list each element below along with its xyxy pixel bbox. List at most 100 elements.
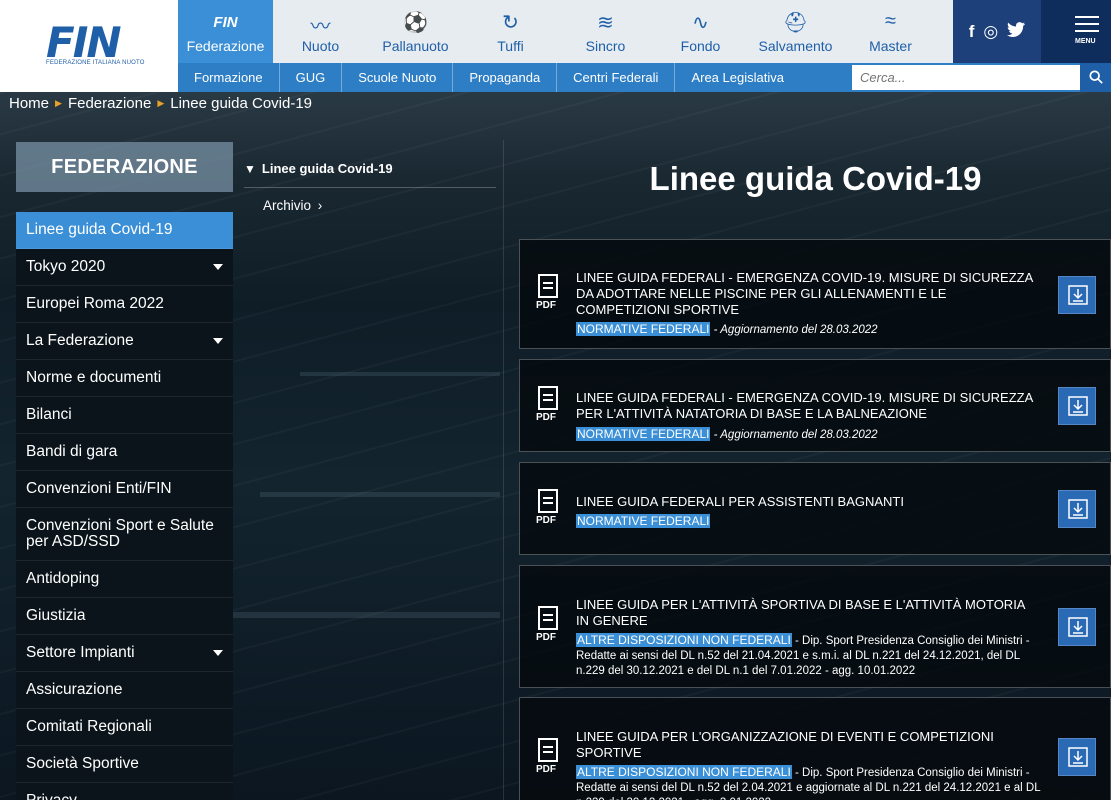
- download-button[interactable]: [1058, 738, 1096, 776]
- document-card: PDF LINEE GUIDA PER L'ATTIVITÀ SPORTIVA …: [519, 565, 1111, 688]
- archivio-label: Archivio: [263, 198, 312, 213]
- topnav-label: Salvamento: [758, 38, 833, 54]
- sidebar-item-label: Convenzioni Sport e Salute per ASD/SSD: [26, 517, 214, 550]
- document-title[interactable]: LINEE GUIDA FEDERALI PER ASSISTENTI BAGN…: [576, 494, 1036, 510]
- sidebar-item-societa[interactable]: Società Sportive: [16, 746, 233, 783]
- subnav-item[interactable]: Scuole Nuoto: [342, 63, 454, 92]
- pdf-file-icon: PDF: [536, 738, 558, 776]
- search-input[interactable]: [852, 65, 1080, 90]
- caret-down-icon[interactable]: [213, 650, 223, 656]
- pdf-label: PDF: [536, 764, 556, 775]
- sidebar-item-bandi[interactable]: Bandi di gara: [16, 434, 233, 471]
- sidebar-item-norme[interactable]: Norme e documenti: [16, 360, 233, 397]
- topnav-federazione[interactable]: FIN Federazione: [178, 0, 273, 63]
- document-card: PDF LINEE GUIDA FEDERALI - EMERGENZA COV…: [519, 239, 1111, 349]
- subnav-item[interactable]: GUG: [280, 63, 343, 92]
- sidebar-item-giustizia[interactable]: Giustizia: [16, 598, 233, 635]
- subnav-item[interactable]: Centri Federali: [557, 63, 676, 92]
- document-update: - Aggiornamento del 28.03.2022: [710, 324, 878, 336]
- chevron-right-icon: ›: [317, 198, 323, 213]
- topnav-label: Federazione: [186, 38, 265, 54]
- sidebar-item-europei-roma[interactable]: Europei Roma 2022: [16, 286, 233, 323]
- category-tag: NORMATIVE FEDERALI: [576, 322, 711, 336]
- menu-button[interactable]: MENU: [1041, 0, 1111, 63]
- category-tag: NORMATIVE FEDERALI: [576, 427, 711, 441]
- subnav-item[interactable]: Area Legislativa: [675, 63, 800, 92]
- pdf-file-icon: PDF: [536, 386, 558, 424]
- document-title[interactable]: LINEE GUIDA PER L'ATTIVITÀ SPORTIVA DI B…: [576, 597, 1036, 629]
- document-title[interactable]: LINEE GUIDA PER L'ORGANIZZAZIONE DI EVEN…: [576, 729, 1036, 761]
- fin-logo-subtitle: FEDERAZIONE ITALIANA NUOTO: [46, 60, 145, 66]
- breadcrumb-federazione[interactable]: Federazione: [68, 95, 151, 112]
- sidebar-item-label: Antidoping: [26, 570, 100, 587]
- topnav-nuoto[interactable]: 〰 Nuoto: [273, 0, 368, 63]
- archivio-link[interactable]: Archivio ›: [263, 198, 322, 213]
- topnav-tuffi[interactable]: ↻ Tuffi: [463, 0, 558, 63]
- topnav-label: Nuoto: [301, 38, 340, 54]
- subsection-title[interactable]: ▼ Linee guida Covid-19: [244, 161, 496, 188]
- download-button[interactable]: [1058, 608, 1096, 646]
- download-icon: [1068, 285, 1088, 305]
- sidebar-item-comitati[interactable]: Comitati Regionali: [16, 709, 233, 746]
- synchro-icon: ≋: [597, 12, 614, 34]
- document-title[interactable]: LINEE GUIDA FEDERALI - EMERGENZA COVID-1…: [576, 390, 1036, 422]
- sidebar-item-label: Convenzioni Enti/FIN: [26, 480, 172, 497]
- sidebar-item-label: Bilanci: [26, 406, 72, 423]
- twitter-icon[interactable]: [1007, 21, 1026, 42]
- breadcrumb-current: Linee guida Covid-19: [170, 94, 313, 112]
- sidebar-item-tokyo-2020[interactable]: Tokyo 2020: [16, 249, 233, 286]
- instagram-icon[interactable]: ◎: [983, 22, 998, 42]
- sidebar-item-label: La Federazione: [26, 332, 134, 349]
- subsection-title-text: Linee guida Covid-19: [261, 161, 393, 176]
- facebook-icon[interactable]: f: [969, 22, 975, 42]
- swimmer-icon: 〰: [310, 16, 331, 38]
- topnav-salvamento[interactable]: ⛑ Salvamento: [748, 0, 843, 63]
- sidebar-item-bilanci[interactable]: Bilanci: [16, 397, 233, 434]
- caret-down-icon[interactable]: [213, 338, 223, 344]
- sidebar-item-privacy[interactable]: Privacy: [16, 783, 233, 800]
- site-header: FIN FEDERAZIONE ITALIANA NUOTO FIN Feder…: [0, 0, 1111, 92]
- topnav-pallanuoto[interactable]: ⚽ Pallanuoto: [368, 0, 463, 63]
- breadcrumb-separator-icon: ▶: [55, 97, 62, 108]
- sidebar-item-convenzioni-enti[interactable]: Convenzioni Enti/FIN: [16, 471, 233, 508]
- pdf-label: PDF: [536, 300, 556, 311]
- download-button[interactable]: [1058, 387, 1096, 425]
- sidebar-item-label: Norme e documenti: [26, 369, 162, 386]
- topnav-fondo[interactable]: ∿ Fondo: [653, 0, 748, 63]
- topnav-label: Sincro: [585, 38, 626, 54]
- triangle-down-icon: ▼: [244, 162, 256, 176]
- breadcrumb-separator-icon: ▶: [157, 97, 165, 108]
- sidebar-item-label: Società Sportive: [26, 755, 139, 772]
- sidebar-item-settore-impianti[interactable]: Settore Impianti: [16, 635, 233, 672]
- topnav-sincro[interactable]: ≋ Sincro: [558, 0, 653, 63]
- search-button[interactable]: [1080, 63, 1111, 92]
- fin-logo[interactable]: FIN FEDERAZIONE ITALIANA NUOTO: [0, 0, 178, 92]
- waterpolo-icon: ⚽: [403, 12, 428, 34]
- document-meta: ALTRE DISPOSIZIONI NON FEDERALI - Dip. S…: [576, 633, 1046, 679]
- topnav-master[interactable]: ≈ Master: [843, 0, 938, 63]
- pdf-label: PDF: [536, 632, 556, 643]
- sidebar-item-la-federazione[interactable]: La Federazione: [16, 323, 233, 360]
- discipline-nav: FIN Federazione 〰 Nuoto ⚽ Pallanuoto ↻ T…: [178, 0, 953, 63]
- sidebar-item-label: Europei Roma 2022: [26, 295, 164, 312]
- document-meta: NORMATIVE FEDERALI - Aggiornamento del 2…: [576, 427, 1046, 443]
- social-links: f ◎: [953, 0, 1041, 63]
- sidebar-item-antidoping[interactable]: Antidoping: [16, 561, 233, 598]
- sidebar-item-linee-guida[interactable]: Linee guida Covid-19: [16, 212, 233, 249]
- subnav-item[interactable]: Propaganda: [453, 63, 558, 92]
- document-title[interactable]: LINEE GUIDA FEDERALI - EMERGENZA COVID-1…: [576, 270, 1036, 318]
- sidebar-item-convenzioni-sport[interactable]: Convenzioni Sport e Salute per ASD/SSD: [16, 508, 233, 561]
- breadcrumb-home[interactable]: Home: [9, 95, 49, 112]
- search-icon: [1088, 70, 1103, 84]
- document-meta: NORMATIVE FEDERALI - Aggiornamento del 2…: [576, 322, 1046, 338]
- download-button[interactable]: [1058, 490, 1096, 528]
- download-button[interactable]: [1058, 276, 1096, 314]
- document-meta: ALTRE DISPOSIZIONI NON FEDERALI - Dip. S…: [576, 765, 1046, 800]
- sidebar-item-assicurazione[interactable]: Assicurazione: [16, 672, 233, 709]
- sidebar-item-label: Assicurazione: [26, 681, 123, 698]
- subnav-item[interactable]: Formazione: [178, 63, 280, 92]
- sidebar-item-label: Privacy: [26, 792, 77, 800]
- download-icon: [1068, 499, 1088, 519]
- pdf-file-icon: PDF: [536, 489, 558, 527]
- caret-down-icon[interactable]: [213, 264, 223, 270]
